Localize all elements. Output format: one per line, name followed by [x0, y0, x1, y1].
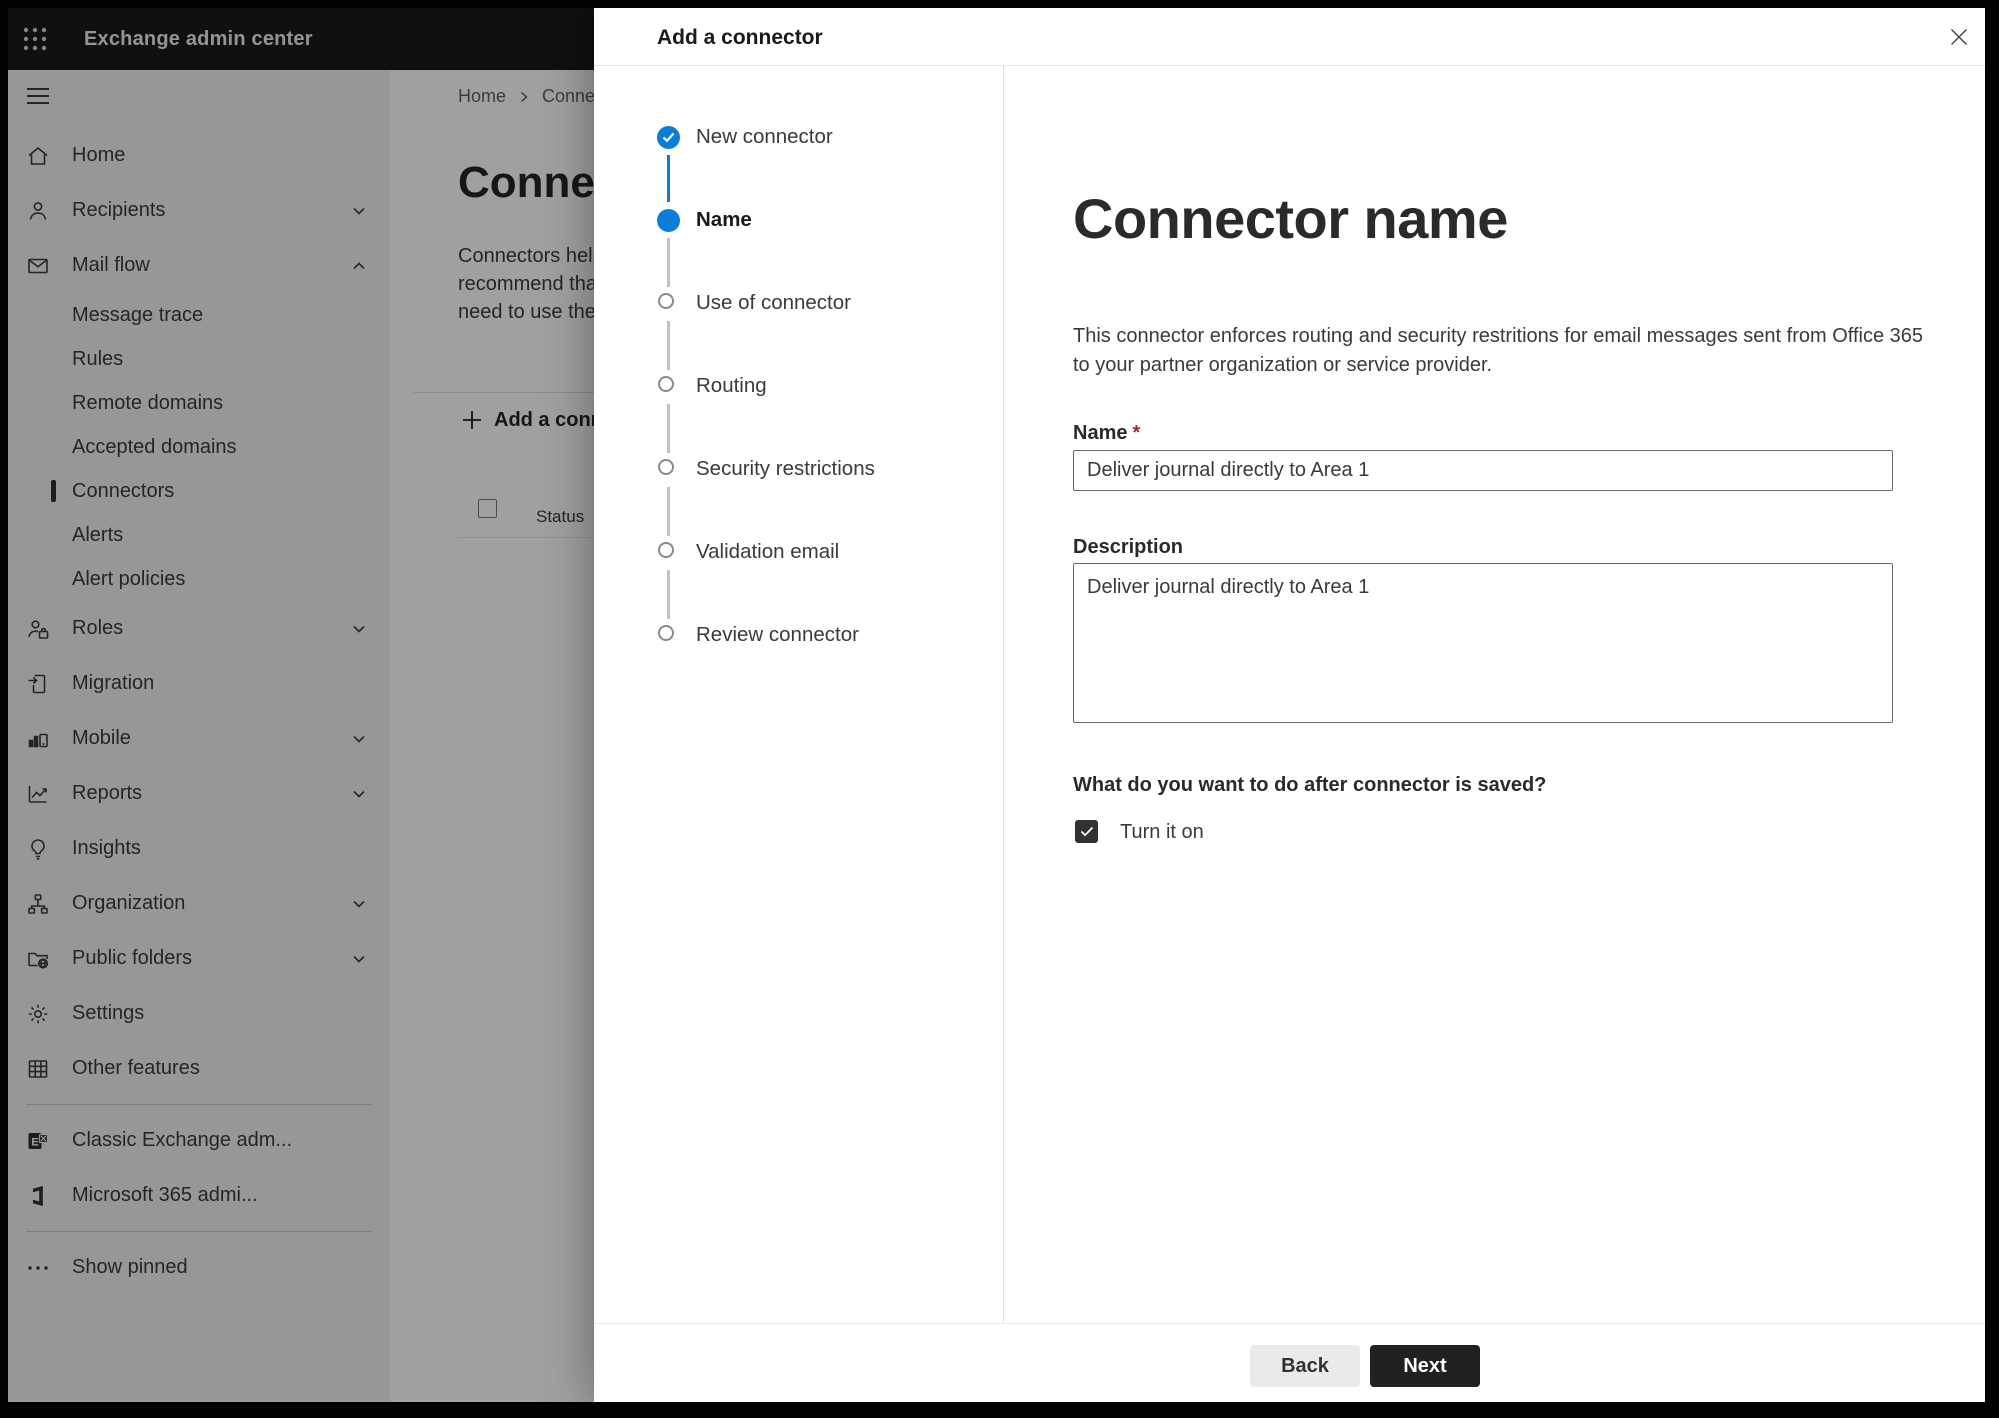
after-save-question: What do you want to do after connector i…	[1073, 774, 1547, 796]
description-field-label: Description	[1073, 536, 1184, 558]
next-button[interactable]: Next	[1370, 1345, 1480, 1387]
required-asterisk: *	[1132, 422, 1141, 444]
steps-panel-divider	[1003, 66, 1004, 1323]
step-connector-line	[667, 404, 670, 453]
name-field-label: Name *	[1073, 422, 1141, 444]
dialog-title: Add a connector	[657, 26, 823, 49]
wizard-step-routing[interactable]: Routing	[594, 369, 994, 403]
wizard-step-validation-email[interactable]: Validation email	[594, 535, 994, 569]
checkmark-icon	[1080, 826, 1093, 837]
screenshot-frame: Exchange admin center Home Recipients Ma…	[0, 0, 1999, 1418]
step-todo-circle	[658, 625, 674, 641]
wizard-step-new-connector[interactable]: New connector	[594, 120, 994, 154]
step-done-circle	[657, 126, 680, 149]
step-connector-line-done	[667, 155, 670, 202]
wizard-step-review-connector[interactable]: Review connector	[594, 618, 994, 652]
check-icon	[662, 132, 675, 143]
step-connector-line	[667, 487, 670, 536]
header-divider	[594, 65, 1985, 66]
step-connector-line	[667, 321, 670, 370]
turn-it-on-label: Turn it on	[1120, 821, 1204, 843]
footer-divider	[594, 1323, 1985, 1324]
connector-name-input[interactable]	[1073, 450, 1893, 491]
close-button[interactable]	[1942, 20, 1976, 54]
step-active-circle	[657, 209, 680, 232]
step-connector-line	[667, 238, 670, 287]
step-todo-circle	[658, 459, 674, 475]
add-connector-dialog: Add a connector New connector Name Use o…	[594, 8, 1985, 1402]
step-page-title: Connector name	[1073, 187, 1508, 250]
wizard-step-security-restrictions[interactable]: Security restrictions	[594, 452, 994, 486]
back-button[interactable]: Back	[1250, 1345, 1360, 1387]
connector-description-textarea[interactable]: Deliver journal directly to Area 1	[1073, 563, 1893, 723]
step-description: This connector enforces routing and secu…	[1073, 325, 1924, 376]
step-todo-circle	[658, 376, 674, 392]
wizard-step-use-of-connector[interactable]: Use of connector	[594, 286, 994, 320]
wizard-step-name[interactable]: Name	[594, 203, 994, 237]
step-todo-circle	[658, 293, 674, 309]
step-todo-circle	[658, 542, 674, 558]
close-icon	[1951, 29, 1967, 45]
turn-it-on-checkbox[interactable]	[1075, 820, 1098, 843]
step-connector-line	[667, 570, 670, 619]
app-window: Exchange admin center Home Recipients Ma…	[8, 8, 1985, 1402]
